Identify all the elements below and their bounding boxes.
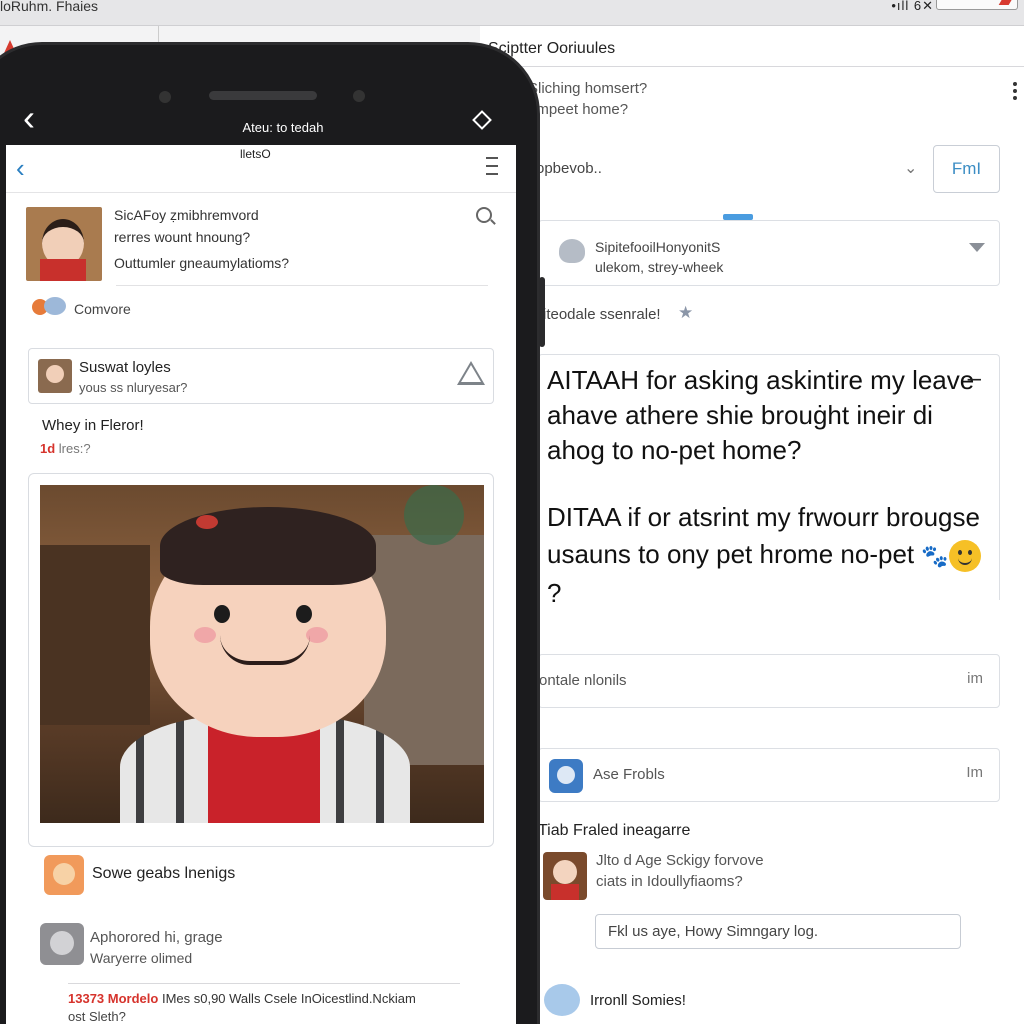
star-icon[interactable]: ★ [678, 303, 693, 323]
community-card-subtitle: ulekom, strey-wheek [595, 259, 724, 275]
back-arrow-icon[interactable]: ‹ [16, 153, 25, 184]
upvote-icon[interactable] [457, 361, 485, 385]
community-card[interactable]: SipitefooilHonyonitS ulekom, strey-wheek [538, 220, 1000, 286]
post-time-prefix: 1d [40, 441, 56, 456]
post-time: 1d lres:? [40, 441, 91, 456]
option-row-profile[interactable]: Ase Frobls Im [538, 748, 1000, 802]
screen-header-label: lletsO [240, 147, 271, 161]
related-line-2[interactable]: ciats in Idoullyfiaoms? [596, 873, 743, 890]
profile-line-2: rerres wount hnoung? [114, 229, 251, 245]
post-content: AITAAH for asking askintire my leave aha… [538, 354, 1000, 608]
more-options-icon[interactable] [1012, 80, 1018, 106]
question-line-2: umpeet home? [528, 101, 629, 118]
option-row-value: Im [966, 764, 983, 781]
profile-badge-icon [549, 759, 583, 793]
suggested-label: iteodale ssenrale! [543, 306, 661, 323]
filter-label[interactable]: opbevob.. [536, 160, 602, 177]
post-body: DITAA if or atsrint my frwourr brougse u… [547, 499, 997, 612]
comment-2-line-1: Aphorored hi, grage [90, 929, 223, 946]
side-button [539, 277, 545, 347]
phone-speaker [209, 91, 317, 100]
commenter-avatar[interactable] [44, 855, 84, 895]
post-body-end: ? [547, 577, 562, 608]
footer-rest: IMes s0,90 Walls Csele InOicestlind.Ncki… [161, 991, 416, 1006]
user-avatar [38, 359, 72, 393]
related-heading: Tiab Fraled ineagarre [538, 822, 691, 839]
option-row[interactable]: ontale nlonils im [538, 654, 1000, 708]
footer-line-2: ost Sleth? [68, 1009, 126, 1024]
panel-question: Sliching homsert? umpeet home? [528, 78, 647, 120]
collapse-icon[interactable]: – [968, 365, 981, 393]
window-titlebar: loRuhm. Fhaies •ıll 6✕ [0, 0, 1024, 26]
post-image[interactable] [40, 485, 484, 823]
search-icon[interactable] [476, 207, 492, 223]
post-heading: Whey in Fleror! [42, 417, 144, 434]
footer-stats: 13373 Mordelo IMes s0,90 Walls Csele InO… [68, 991, 416, 1006]
user-card[interactable]: Suswat loyles yous ss nluryesar? [28, 348, 494, 404]
paw-icon: 🐾 [921, 543, 949, 569]
post-title: AITAAH for asking askintire my leave aha… [547, 365, 975, 465]
user-subtitle: yous ss nluryesar? [79, 380, 188, 395]
question-line-1: Sliching homsert? [528, 80, 648, 97]
smile-emoji-icon [948, 540, 981, 573]
option-row-value: im [967, 670, 983, 687]
footer-highlight: 13373 Mordelo [68, 991, 159, 1006]
post-body-text: DITAA if or atsrint my frwourr brougse u… [547, 502, 980, 569]
option-row-label: Ase Frobls [593, 766, 665, 783]
comment-divider [68, 983, 460, 984]
related-line-1[interactable]: Jlto d Age Sckigy forvove [596, 852, 764, 869]
commenter-avatar-2[interactable] [40, 923, 84, 965]
comment-2-line-2: Waryerre olimed [90, 950, 193, 966]
diamond-icon[interactable] [472, 110, 492, 130]
option-row-label: ontale nlonils [539, 672, 627, 689]
discussion-panel: Sciptter Ooriuules Sliching homsert? ump… [480, 26, 1024, 1024]
filter-button[interactable]: FmI [933, 145, 1000, 193]
chevron-down-icon[interactable]: ⌄ [904, 158, 917, 178]
profile-avatar[interactable] [26, 207, 102, 281]
post-time-rest: lres:? [58, 441, 91, 456]
bottom-label[interactable]: Irronll Somies! [590, 992, 686, 1009]
front-camera [159, 91, 171, 103]
cloud-icon [544, 984, 580, 1016]
community-label[interactable]: Comvore [74, 301, 131, 317]
community-avatar [559, 239, 585, 263]
related-avatar[interactable] [543, 852, 587, 900]
front-sensor [353, 90, 365, 102]
window-title: loRuhm. Fhaies [0, 0, 99, 14]
hamburger-menu-icon[interactable] [486, 157, 498, 181]
header-divider [480, 66, 1024, 67]
screen-header: ‹ lletsO [6, 145, 516, 193]
battery-icon [936, 0, 1018, 10]
phone-device: ‹ Ateu: to tedah ‹ lletsO SicAFoy ẓmibhr… [0, 42, 545, 1024]
status-indicators: •ıll 6✕ [891, 0, 934, 13]
comment-text: Sowe geabs lnenigs [92, 865, 236, 882]
community-card-title: SipitefooilHonyonitS [595, 239, 721, 255]
dropdown-arrow-icon[interactable] [969, 243, 985, 252]
phone-screen: ‹ lletsO SicAFoy ẓmibhremvord rerres wou… [6, 145, 516, 1024]
profile-line-3: Outtumler gneaumylatioms? [114, 255, 290, 271]
reply-input[interactable] [595, 914, 961, 949]
phone-title: Ateu: to tedah [242, 120, 324, 135]
community-icon [32, 295, 68, 319]
back-chevron-icon[interactable]: ‹ [23, 97, 35, 139]
profile-line-1: SicAFoy ẓmibhremvord [114, 207, 259, 223]
user-name: Suswat loyles [79, 359, 171, 376]
profile-divider [116, 285, 488, 286]
